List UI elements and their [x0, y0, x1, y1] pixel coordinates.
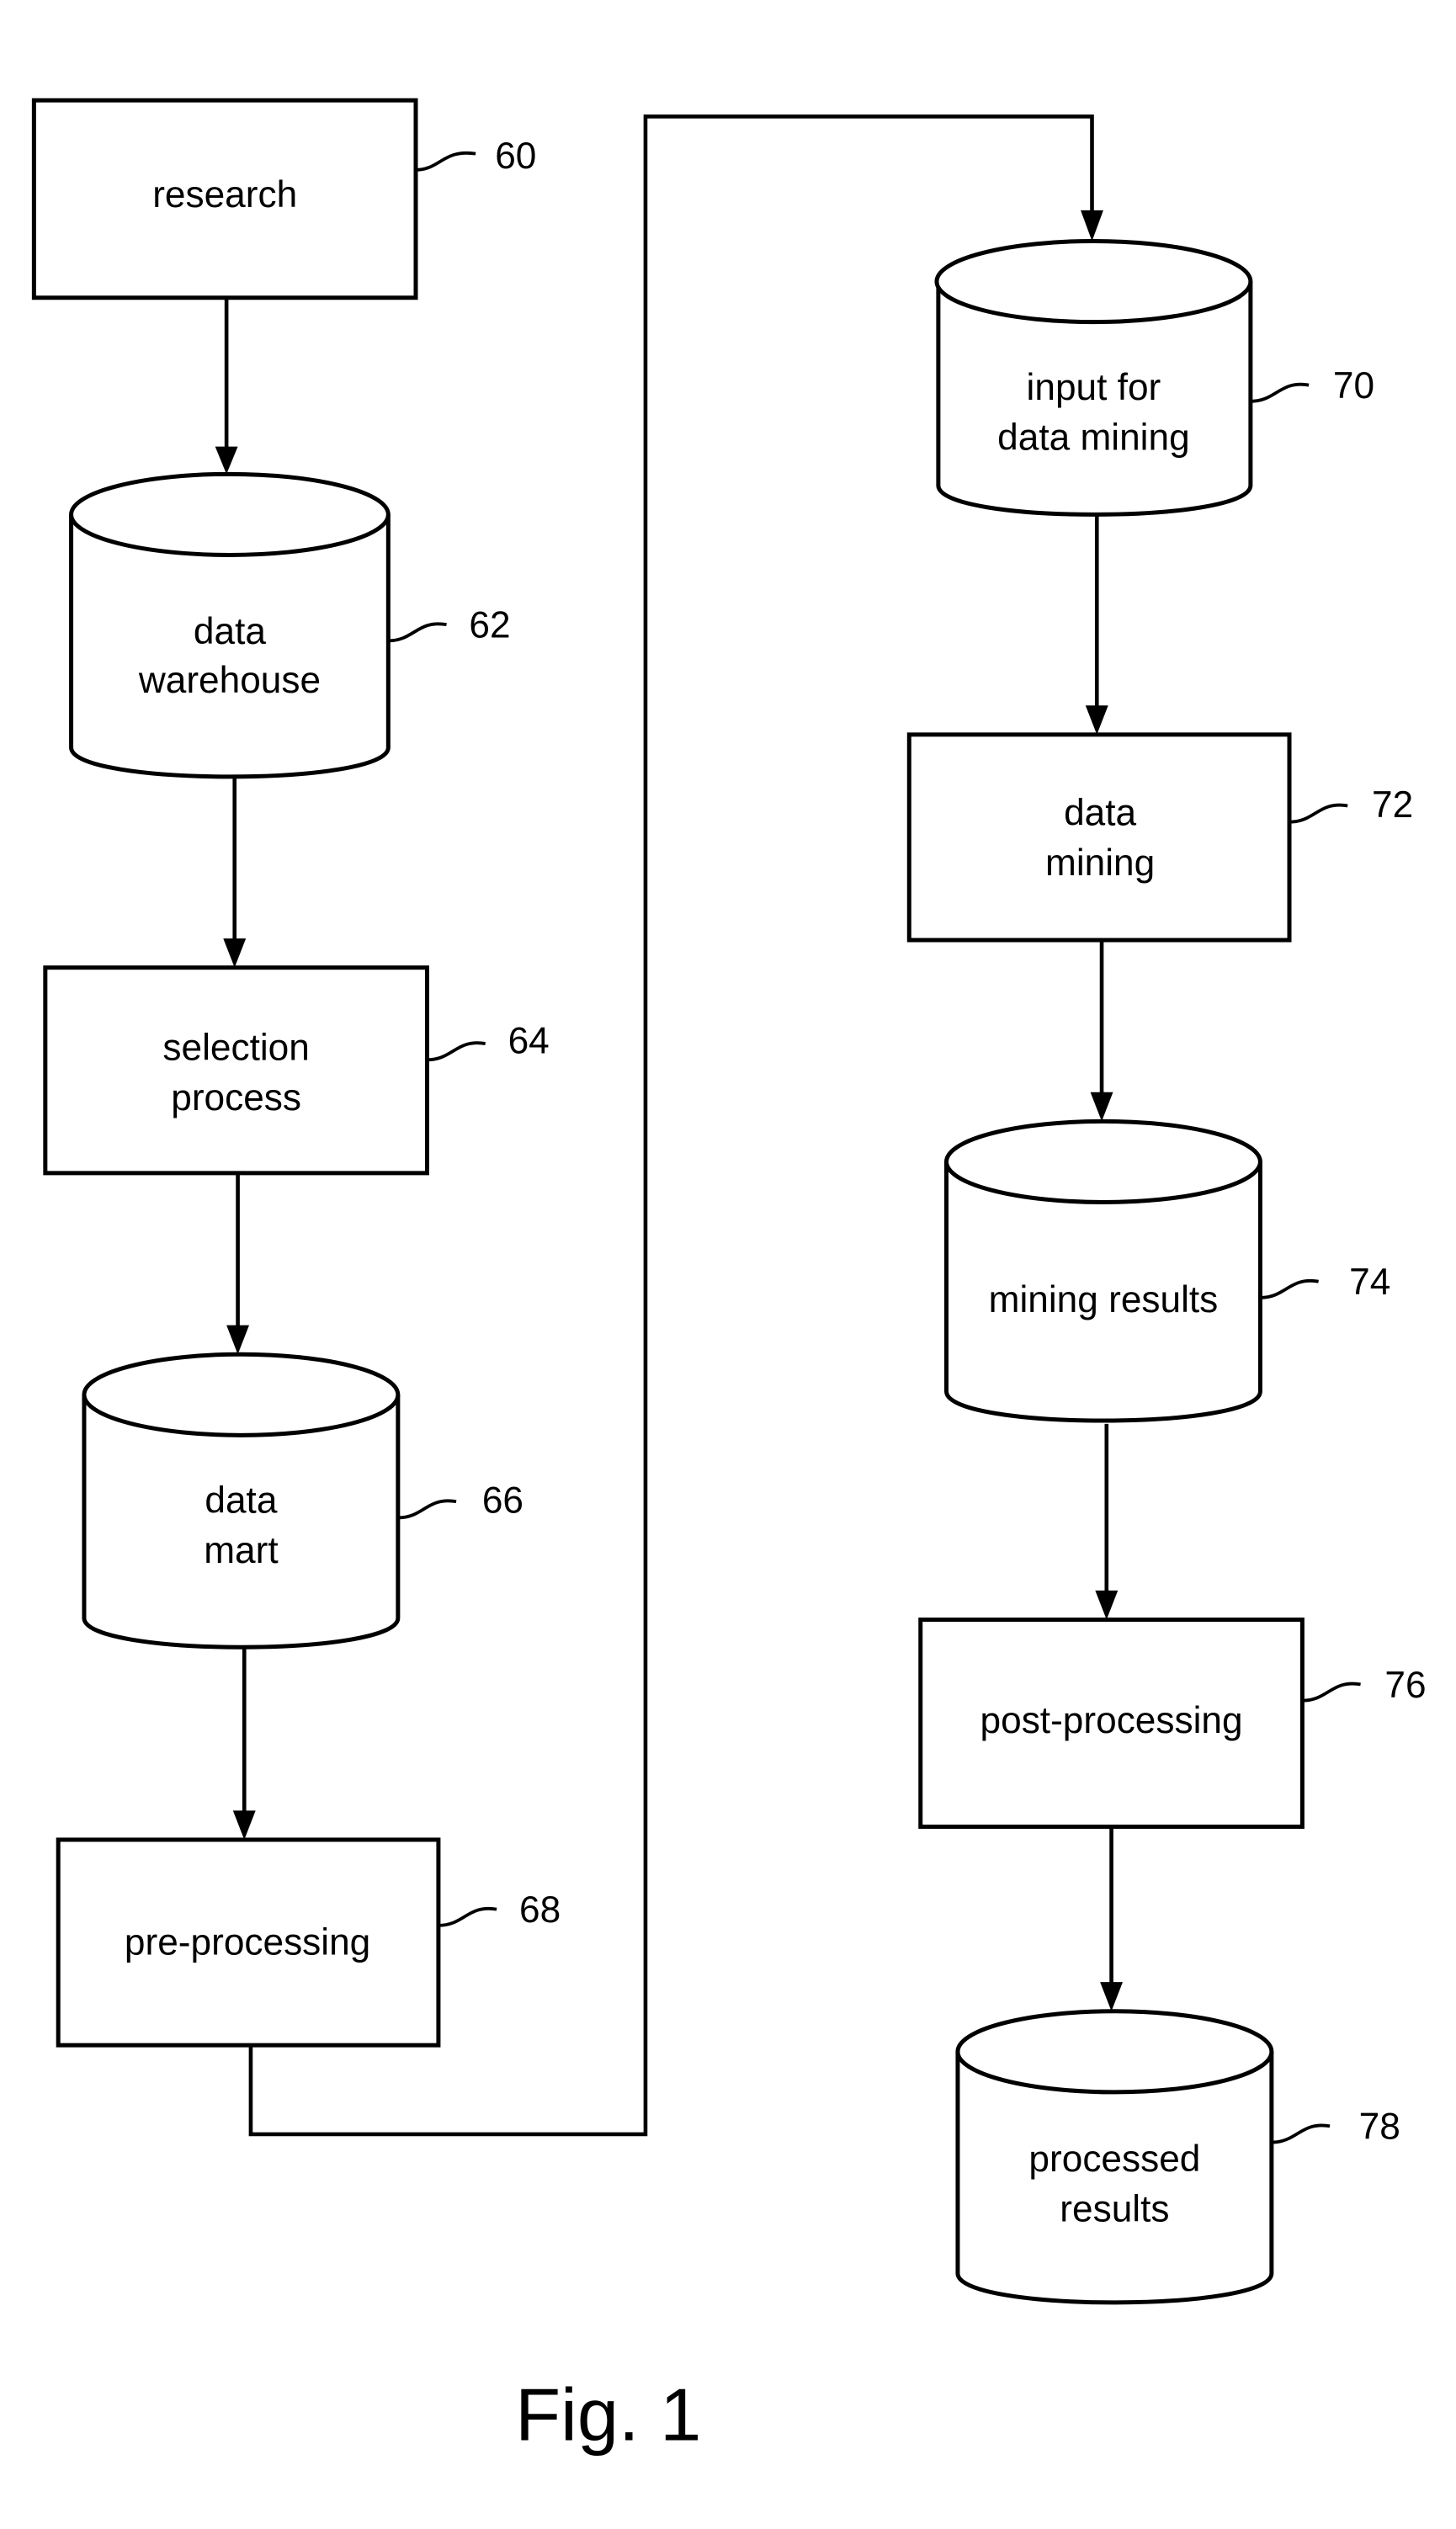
- arrow-datamart-to-preprocessing: [232, 1649, 256, 1840]
- arrow-datamining-to-results: [1090, 940, 1113, 1122]
- reference-number: 74: [1349, 1262, 1390, 1303]
- node-label: data: [1064, 793, 1136, 834]
- node-pre-processing: pre-processing 68: [56, 1837, 561, 2048]
- node-label: data mining: [997, 417, 1190, 458]
- figure-caption: Fig. 1: [515, 2372, 701, 2456]
- reference-number: 62: [469, 604, 510, 646]
- node-label: data: [194, 611, 266, 652]
- node-post-processing: post-processing 76: [918, 1618, 1427, 1830]
- arrow-selection-to-datamart: [226, 1172, 250, 1355]
- node-label: data: [205, 1480, 277, 1522]
- arrow-research-to-warehouse: [215, 297, 238, 475]
- arrow-warehouse-to-selection: [223, 776, 247, 968]
- reference-number: 70: [1333, 365, 1374, 406]
- node-label: research: [152, 174, 297, 215]
- arrow-input-to-datamining: [1085, 516, 1108, 735]
- node-label: pre-processing: [125, 1921, 370, 1963]
- node-label: mining: [1045, 842, 1155, 884]
- node-label: input for: [1027, 367, 1161, 408]
- reference-number: 68: [519, 1889, 561, 1931]
- arrow-postprocessing-to-processed: [1100, 1826, 1124, 2011]
- node-label: processed: [1028, 2138, 1200, 2180]
- node-label: results: [1060, 2189, 1169, 2230]
- node-selection-process: selection process 64: [43, 965, 550, 1176]
- node-data-mart: data mart 66: [82, 1352, 523, 1650]
- node-mining-results: mining results 74: [944, 1118, 1390, 1423]
- reference-number: 78: [1359, 2107, 1400, 2148]
- node-processed-results: processed results 78: [955, 2009, 1400, 2305]
- node-label: warehouse: [138, 660, 321, 701]
- reference-number: 66: [482, 1480, 523, 1522]
- node-input-for-data-mining: input for data mining 70: [934, 238, 1374, 517]
- reference-number: 72: [1372, 784, 1413, 826]
- arrow-results-to-postprocessing: [1095, 1423, 1119, 1620]
- node-label: post-processing: [980, 1700, 1243, 1741]
- node-label: mart: [204, 1530, 278, 1571]
- node-label: process: [171, 1077, 301, 1118]
- node-label: mining results: [989, 1279, 1219, 1320]
- flowchart-diagram: research 60 data warehouse 62 selection …: [31, 98, 1427, 2456]
- reference-number: 64: [508, 1021, 550, 1062]
- node-research: research 60: [31, 98, 536, 300]
- reference-number: 60: [495, 135, 536, 177]
- node-data-warehouse: data warehouse 62: [69, 471, 511, 779]
- reference-number: 76: [1384, 1665, 1426, 1706]
- node-data-mining: data mining 72: [906, 732, 1413, 943]
- node-label: selection: [162, 1027, 309, 1068]
